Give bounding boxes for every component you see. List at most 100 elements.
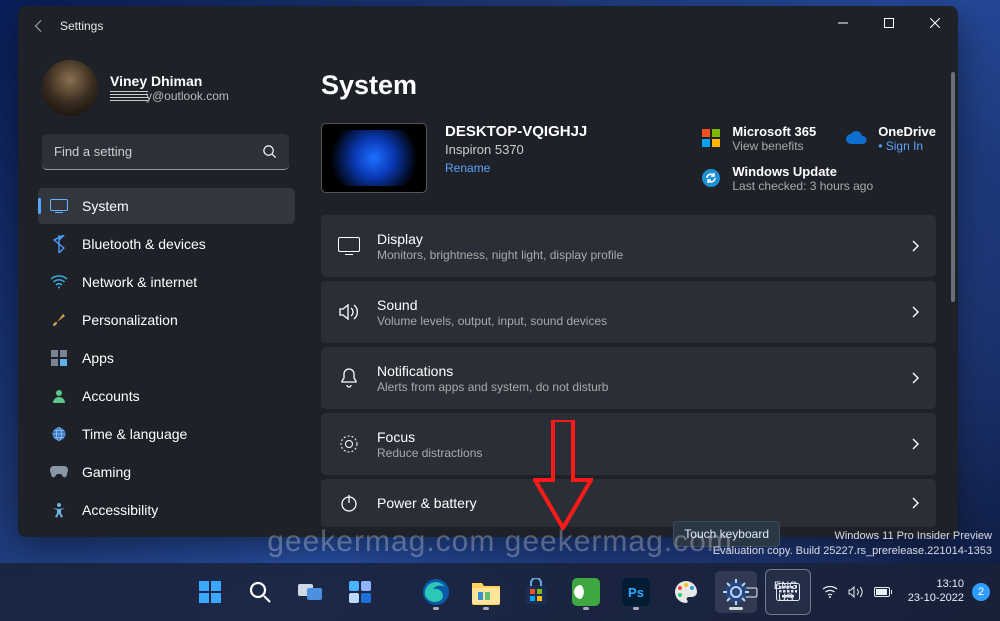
brush-icon: [50, 311, 68, 329]
chevron-right-icon: [912, 306, 920, 318]
wifi-tray-icon: [822, 586, 838, 598]
promo-sub: View benefits: [732, 139, 816, 153]
rename-link[interactable]: Rename: [445, 161, 587, 175]
notification-count[interactable]: 2: [972, 583, 990, 601]
search-input[interactable]: [54, 144, 262, 159]
sound-icon: [337, 300, 361, 324]
nav-item-bluetooth[interactable]: Bluetooth & devices: [38, 226, 295, 262]
nav-item-accounts[interactable]: Accounts: [38, 378, 295, 414]
card-title: Notifications: [377, 363, 896, 379]
gamepad-icon: [50, 463, 68, 481]
nav-item-system[interactable]: System: [38, 188, 295, 224]
update-icon: [700, 167, 722, 189]
apps-icon: [50, 349, 68, 367]
card-notifications[interactable]: NotificationsAlerts from apps and system…: [321, 347, 936, 409]
nav-item-network[interactable]: Network & internet: [38, 264, 295, 300]
person-icon: [50, 387, 68, 405]
device-thumbnail: [321, 123, 427, 193]
card-sound[interactable]: SoundVolume levels, output, input, sound…: [321, 281, 936, 343]
search-icon: [262, 144, 277, 159]
svg-text:Ps: Ps: [628, 585, 644, 600]
chevron-right-icon: [912, 438, 920, 450]
nav-label: Bluetooth & devices: [82, 236, 206, 252]
quick-settings[interactable]: [814, 582, 900, 602]
promo-onedrive[interactable]: OneDriveSign In: [846, 123, 936, 153]
globe-icon: [50, 425, 68, 443]
profile-block[interactable]: Viney Dhiman xxxxxxy@outlook.com: [38, 60, 295, 116]
search-button[interactable]: [239, 571, 281, 613]
nav-list: System Bluetooth & devices Network & int…: [38, 188, 295, 528]
card-sub: Alerts from apps and system, do not dist…: [377, 380, 896, 394]
build-watermark: Windows 11 Pro Insider PreviewEvaluation…: [713, 529, 992, 559]
scrollbar-thumb[interactable]: [951, 72, 955, 302]
promo-label: OneDrive: [878, 124, 936, 139]
widgets-button[interactable]: [339, 571, 381, 613]
bluetooth-icon: [50, 235, 68, 253]
nav-item-accessibility[interactable]: Accessibility: [38, 492, 295, 528]
card-sub: Reduce distractions: [377, 446, 896, 460]
nav-item-apps[interactable]: Apps: [38, 340, 295, 376]
card-focus[interactable]: FocusReduce distractions: [321, 413, 936, 475]
nav-item-time[interactable]: Time & language: [38, 416, 295, 452]
nav-item-personalization[interactable]: Personalization: [38, 302, 295, 338]
window-title: Settings: [60, 19, 103, 33]
card-title: Power & battery: [377, 495, 896, 511]
explorer-icon[interactable]: [465, 571, 507, 613]
settings-cards: DisplayMonitors, brightness, night light…: [321, 215, 936, 527]
nav-label: Time & language: [82, 426, 187, 442]
device-model: Inspiron 5370: [445, 142, 587, 157]
start-button[interactable]: [189, 571, 231, 613]
settings-window: Settings Viney Dhiman xxxxxxy@outlook.co…: [18, 6, 958, 537]
nav-label: Personalization: [82, 312, 178, 328]
m365-icon: [700, 127, 722, 149]
task-view-button[interactable]: [289, 571, 331, 613]
nav-label: Accounts: [82, 388, 140, 404]
nav-label: Accessibility: [82, 502, 158, 518]
search-bar[interactable]: [42, 134, 289, 170]
chevron-right-icon: [912, 372, 920, 384]
accessibility-icon: [50, 501, 68, 519]
promo-sub[interactable]: Sign In: [878, 139, 936, 153]
nav-label: Apps: [82, 350, 114, 366]
focus-icon: [337, 432, 361, 456]
card-sub: Volume levels, output, input, sound devi…: [377, 314, 896, 328]
card-display[interactable]: DisplayMonitors, brightness, night light…: [321, 215, 936, 277]
avatar: [42, 60, 98, 116]
nav-label: System: [82, 198, 129, 214]
volume-tray-icon: [848, 586, 864, 598]
touch-keyboard-button[interactable]: [765, 569, 811, 615]
promo-sub: Last checked: 3 hours ago: [732, 179, 873, 193]
nav-label: Network & internet: [82, 274, 197, 290]
battery-tray-icon: [874, 587, 892, 597]
photoshop-icon[interactable]: Ps: [615, 571, 657, 613]
bell-icon: [337, 366, 361, 390]
page-title: System: [321, 70, 936, 101]
profile-email: xxxxxxy@outlook.com: [110, 89, 229, 103]
camtasia-icon[interactable]: [565, 571, 607, 613]
promo-m365[interactable]: Microsoft 365View benefits: [700, 123, 816, 153]
power-icon: [337, 491, 361, 515]
store-icon[interactable]: [515, 571, 557, 613]
wifi-icon: [50, 273, 68, 291]
card-power[interactable]: Power & battery: [321, 479, 936, 527]
promo-update[interactable]: Windows UpdateLast checked: 3 hours ago: [700, 163, 936, 193]
card-title: Sound: [377, 297, 896, 313]
device-name: DESKTOP-VQIGHJJ: [445, 123, 587, 140]
sidebar: Viney Dhiman xxxxxxy@outlook.com System …: [18, 6, 303, 537]
promo-label: Microsoft 365: [732, 124, 816, 139]
paint-icon[interactable]: [665, 571, 707, 613]
system-icon: [50, 197, 68, 215]
nav-item-gaming[interactable]: Gaming: [38, 454, 295, 490]
onedrive-icon: [846, 127, 868, 149]
chevron-right-icon: [912, 497, 920, 509]
back-button[interactable]: [32, 19, 46, 33]
clock[interactable]: 13:1023-10-2022: [908, 578, 964, 606]
settings-taskbar-icon[interactable]: [715, 571, 757, 613]
nav-label: Gaming: [82, 464, 131, 480]
promo-label: Windows Update: [732, 164, 873, 179]
card-sub: Monitors, brightness, night light, displ…: [377, 248, 896, 262]
edge-icon[interactable]: [415, 571, 457, 613]
display-icon: [337, 234, 361, 258]
profile-name: Viney Dhiman: [110, 73, 229, 89]
card-title: Display: [377, 231, 896, 247]
